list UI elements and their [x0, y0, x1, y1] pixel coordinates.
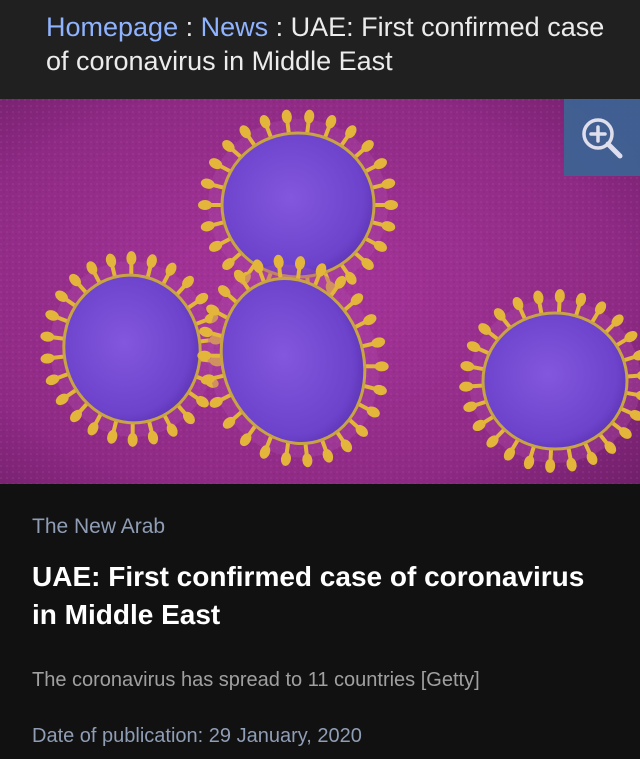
- article-summary: The New Arab UAE: First confirmed case o…: [0, 484, 640, 759]
- image-caption: The coronavirus has spread to 11 countri…: [32, 669, 480, 691]
- breadcrumb-bar: Homepage : News : UAE: First confirmed c…: [0, 0, 640, 99]
- hero-image[interactable]: [0, 99, 640, 484]
- zoom-in-icon: [582, 117, 623, 158]
- breadcrumb-homepage-link[interactable]: Homepage: [46, 12, 178, 42]
- article-source[interactable]: The New Arab: [32, 514, 165, 540]
- article-headline[interactable]: UAE: First confirmed case of coronavirus…: [32, 558, 617, 634]
- coronavirus-micrograph: [0, 99, 640, 484]
- breadcrumb: Homepage : News : UAE: First confirmed c…: [46, 10, 626, 78]
- breadcrumb-news-link[interactable]: News: [201, 12, 269, 42]
- breadcrumb-separator: :: [178, 12, 201, 42]
- breadcrumb-separator: :: [268, 12, 291, 42]
- article-page: Homepage : News : UAE: First confirmed c…: [0, 0, 640, 759]
- zoom-button[interactable]: [564, 99, 640, 176]
- publication-date: Date of publication: 29 January, 2020: [32, 725, 362, 747]
